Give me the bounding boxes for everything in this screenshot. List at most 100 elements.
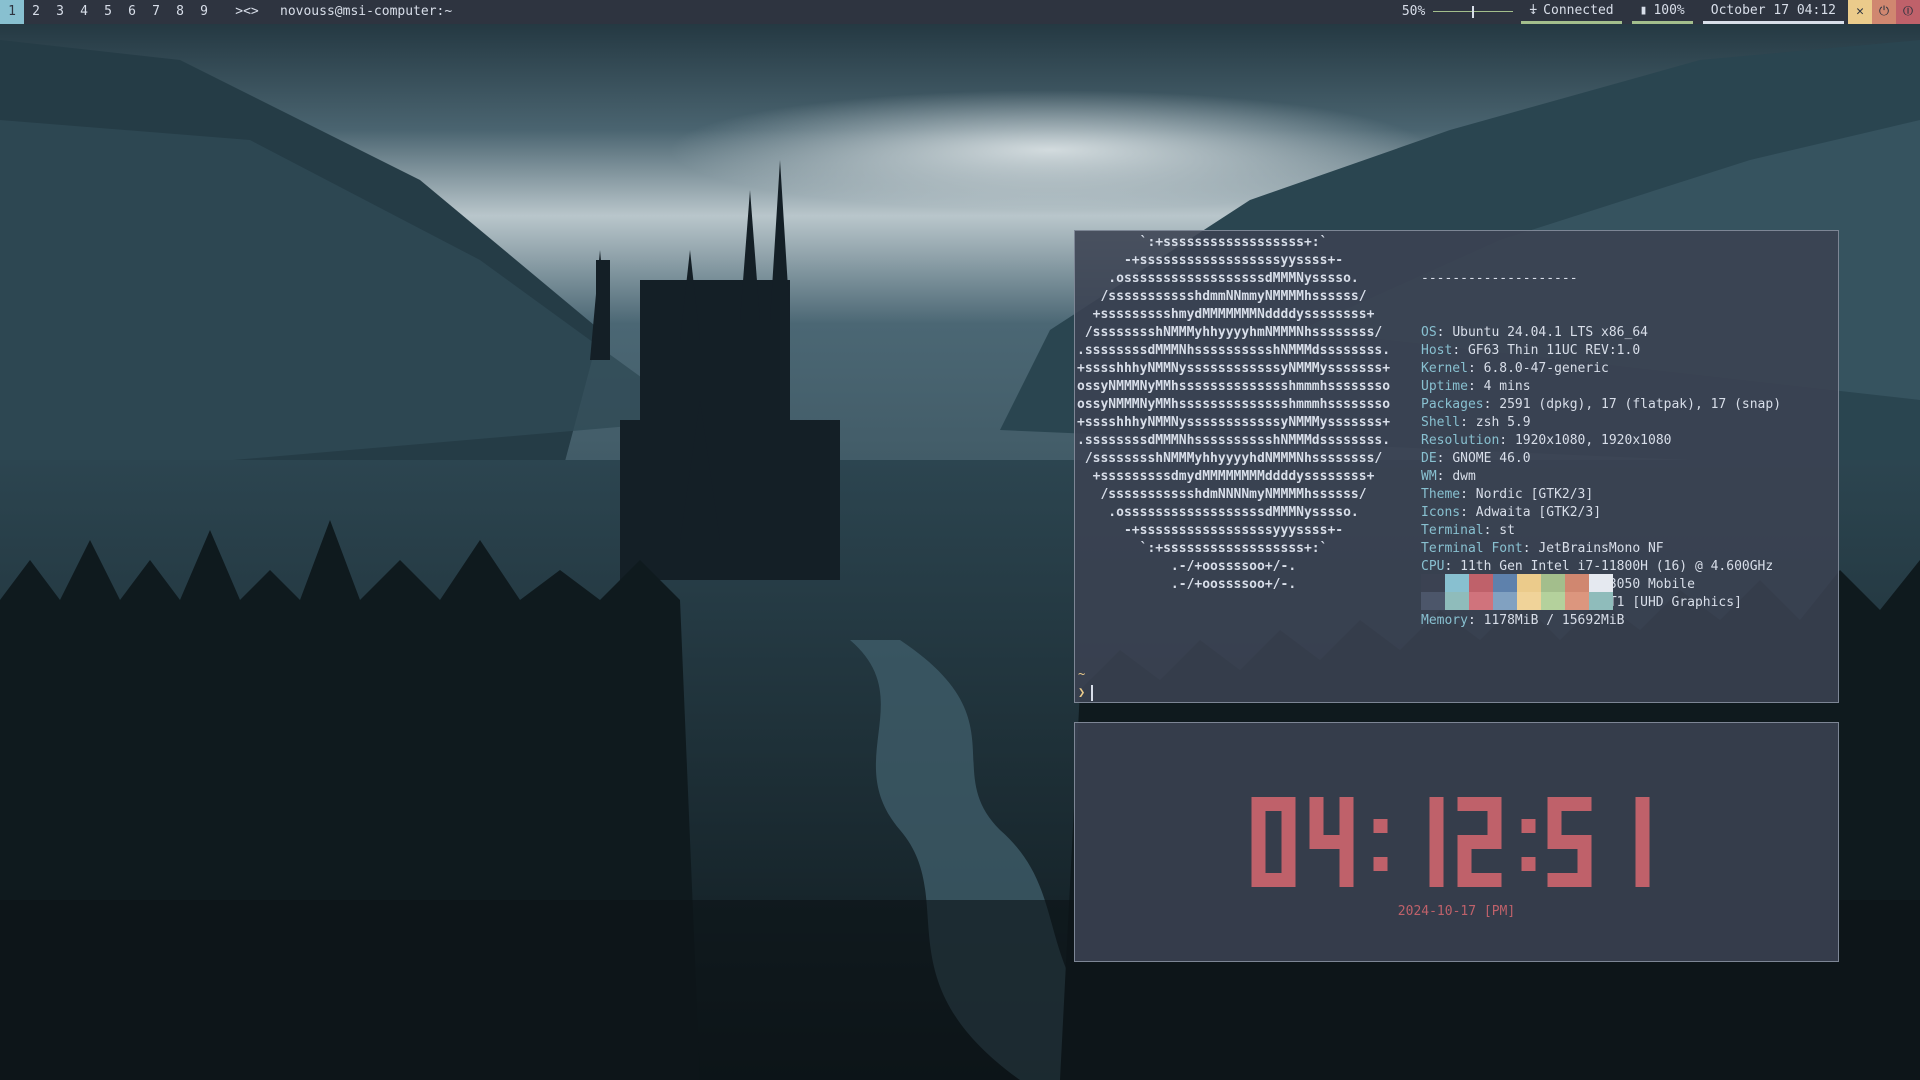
- info-value: 6.8.0-47-generic: [1483, 361, 1609, 376]
- info-key: Icons: [1421, 505, 1461, 520]
- info-value: 1920x1080, 1920x1080: [1514, 433, 1672, 448]
- info-key: Memory: [1421, 613, 1468, 628]
- ascii-line: /sssssssshNMMMyhhyyyyhmNMMMNhssssssss/: [1077, 325, 1383, 340]
- info-row: Terminal: st: [1421, 523, 1515, 538]
- info-key: DE: [1421, 451, 1437, 466]
- info-value: GNOME 46.0: [1452, 451, 1531, 466]
- shell-prompt[interactable]: ~ ❯: [1078, 665, 1094, 701]
- ascii-line: /sssssssshNMMMyhhyyyyhdNMMMNhssssssss/: [1077, 451, 1383, 466]
- clock-date: 2024-10-17 [PM]: [1397, 904, 1516, 919]
- palette-swatch: [1421, 592, 1445, 610]
- clock-digit: [1429, 797, 1444, 887]
- clock-digit: [1457, 797, 1502, 887]
- clock-digit: [1309, 797, 1354, 887]
- volume-slider[interactable]: [1433, 0, 1514, 24]
- clock-digit: [1635, 797, 1650, 887]
- info-value: Adwaita [GTK2/3]: [1475, 505, 1602, 520]
- battery-icon: ▮: [1639, 2, 1648, 18]
- info-key: Kernel: [1421, 361, 1468, 376]
- workspace-tags: 123456789: [0, 0, 216, 24]
- palette-swatch: [1469, 574, 1493, 592]
- ascii-line: .-/+oossssoo+/-.: [1077, 577, 1297, 592]
- info-value: 11th Gen Intel i7-11800H (16) @ 4.600GHz: [1460, 559, 1774, 574]
- network-text: Connected: [1543, 2, 1614, 18]
- info-row: Host: GF63 Thin 11UC REV:1.0: [1421, 343, 1641, 358]
- ascii-line: .ossssssssssssssssssdMMMNysssso.: [1077, 271, 1359, 286]
- workspace-tag-1[interactable]: 1: [0, 0, 24, 24]
- palette-swatch: [1421, 574, 1445, 592]
- network-status[interactable]: ⍖ Connected: [1521, 0, 1622, 24]
- ascii-line: -+sssssssssssssssssyyyssss+-: [1077, 523, 1344, 538]
- info-key: Shell: [1421, 415, 1461, 430]
- info-value: 4 mins: [1483, 379, 1531, 394]
- workspace-tag-6[interactable]: 6: [120, 0, 144, 24]
- palette-swatch: [1589, 574, 1613, 592]
- prompt-directory: ~: [1078, 667, 1086, 681]
- ascii-line: /ssssssssssshdmmNNmmyNMMMMhssssss/: [1077, 289, 1367, 304]
- ubuntu-ascii-logo: `:+ssssssssssssssssss+:` -+sssssssssssss…: [1077, 234, 1390, 594]
- close-icon[interactable]: ✕: [1848, 0, 1872, 24]
- ascii-line: /ssssssssssshdmNNNNmyNMMMMhssssss/: [1077, 487, 1367, 502]
- info-value: JetBrainsMono NF: [1538, 541, 1664, 556]
- workspace-tag-4[interactable]: 4: [72, 0, 96, 24]
- info-key: Theme: [1421, 487, 1461, 502]
- battery-status[interactable]: ▮ 100%: [1631, 0, 1693, 24]
- workspace-tag-5[interactable]: 5: [96, 0, 120, 24]
- palette-swatch: [1493, 574, 1517, 592]
- ascii-line: .ssssssssdMMMNhsssssssssshNMMMdssssssss.: [1077, 433, 1391, 448]
- workspace-tag-2[interactable]: 2: [24, 0, 48, 24]
- info-row: Packages: 2591 (dpkg), 17 (flatpak), 17 …: [1421, 397, 1782, 412]
- palette-swatch: [1541, 592, 1565, 610]
- status-bar: 123456789 ><> novouss@msi-computer:~ 50%…: [0, 0, 1920, 24]
- palette-row-top: [1421, 574, 1613, 592]
- ascii-line: +sssssssssdmydMMMMMMMMddddyssssssss+: [1077, 469, 1375, 484]
- status-area: 50% ⍖ Connected ▮ 100% October 17 04:12 …: [1394, 0, 1920, 24]
- color-palette: [1421, 574, 1613, 610]
- terminal-window[interactable]: `:+ssssssssssssssssss+:` -+sssssssssssss…: [1074, 230, 1839, 703]
- clock-digits: [1251, 797, 1650, 887]
- info-row: Uptime: 4 mins: [1421, 379, 1531, 394]
- shutdown-icon[interactable]: ⏼: [1896, 0, 1920, 24]
- power-icon[interactable]: ⏻: [1872, 0, 1896, 24]
- info-row: OS: Ubuntu 24.04.1 LTS x86_64: [1421, 325, 1648, 340]
- palette-swatch: [1493, 592, 1517, 610]
- workspace-tag-3[interactable]: 3: [48, 0, 72, 24]
- palette-swatch: [1541, 574, 1565, 592]
- workspace-tag-7[interactable]: 7: [144, 0, 168, 24]
- workspace-tag-8[interactable]: 8: [168, 0, 192, 24]
- palette-swatch: [1445, 592, 1469, 610]
- palette-swatch: [1565, 574, 1589, 592]
- ascii-line: +sssshhhyNMMNyssssssssssssyNMMMysssssss+: [1077, 361, 1391, 376]
- ascii-line: .ossssssssssssssssssdMMMNysssso.: [1077, 505, 1359, 520]
- workspace-tag-9[interactable]: 9: [192, 0, 216, 24]
- ascii-line: ossyNMMMNyMMhsssssssssssssshmmmhssssssso: [1077, 397, 1391, 412]
- info-value: zsh 5.9: [1475, 415, 1531, 430]
- info-key: OS: [1421, 325, 1437, 340]
- clock-digit: [1547, 797, 1592, 887]
- date-time[interactable]: October 17 04:12: [1702, 0, 1844, 24]
- info-value: 2591 (dpkg), 17 (flatpak), 17 (snap): [1499, 397, 1782, 412]
- info-key: Terminal Font: [1421, 541, 1523, 556]
- info-key: Uptime: [1421, 379, 1468, 394]
- ascii-line: `:+ssssssssssssssssss+:`: [1077, 541, 1328, 556]
- info-value: st: [1499, 523, 1515, 538]
- ascii-line: .-/+oossssoo+/-.: [1077, 559, 1297, 574]
- info-value: Ubuntu 24.04.1 LTS x86_64: [1452, 325, 1648, 340]
- clock-window[interactable]: 2024-10-17 [PM]: [1074, 722, 1839, 962]
- info-value: Nordic [GTK2/3]: [1475, 487, 1594, 502]
- palette-swatch: [1565, 592, 1589, 610]
- info-key: CPU: [1421, 559, 1445, 574]
- ascii-line: .ssssssssdMMMNhsssssssssshNMMMdssssssss.: [1077, 343, 1391, 358]
- layout-indicator[interactable]: ><>: [228, 0, 266, 24]
- info-value: 1178MiB / 15692MiB: [1483, 613, 1625, 628]
- info-value: GF63 Thin 11UC REV:1.0: [1467, 343, 1641, 358]
- palette-swatch: [1517, 592, 1541, 610]
- info-row: DE: GNOME 46.0: [1421, 451, 1531, 466]
- info-key: WM: [1421, 469, 1437, 484]
- palette-swatch: [1517, 574, 1541, 592]
- info-key: Host: [1421, 343, 1453, 358]
- volume-text[interactable]: 50%: [1394, 0, 1433, 24]
- info-row: Memory: 1178MiB / 15692MiB: [1421, 613, 1625, 628]
- palette-row-bottom: [1421, 592, 1613, 610]
- volume-knob[interactable]: [1472, 6, 1475, 18]
